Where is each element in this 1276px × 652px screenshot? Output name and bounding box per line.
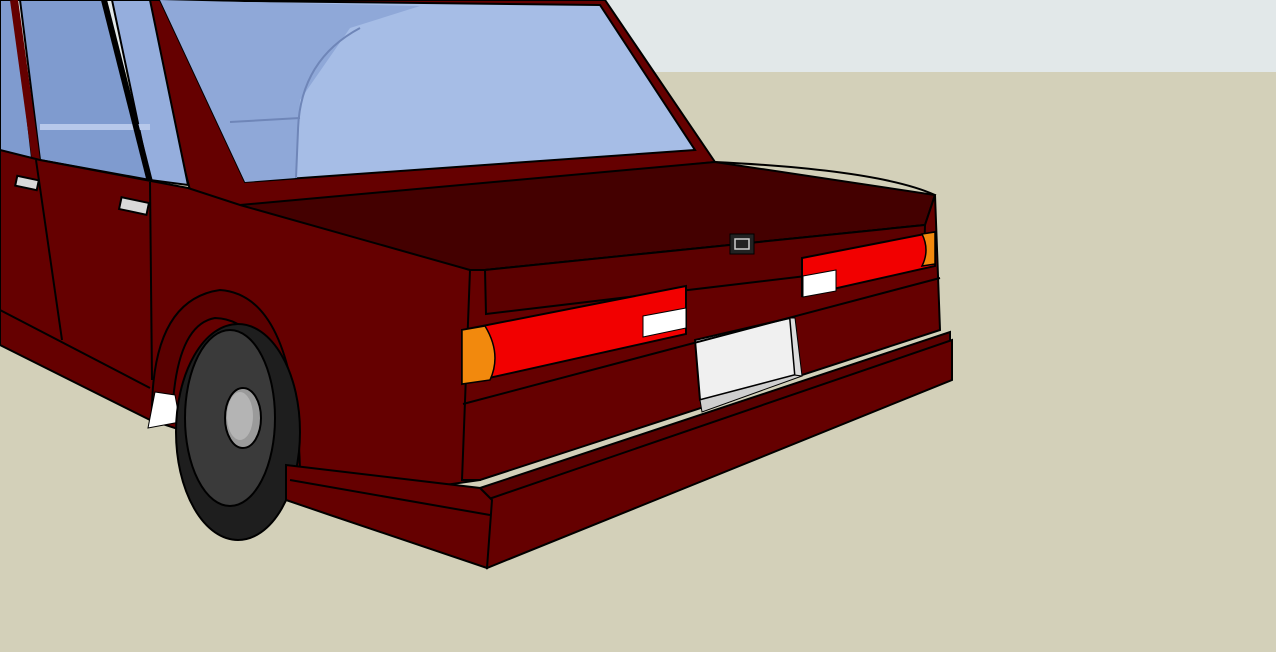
car-model-drawing [0, 0, 1276, 652]
3d-viewport[interactable] [0, 0, 1276, 652]
trunk-lock[interactable] [729, 233, 755, 255]
wheel-hub-face [227, 392, 253, 440]
left-turn-signal [461, 325, 496, 385]
